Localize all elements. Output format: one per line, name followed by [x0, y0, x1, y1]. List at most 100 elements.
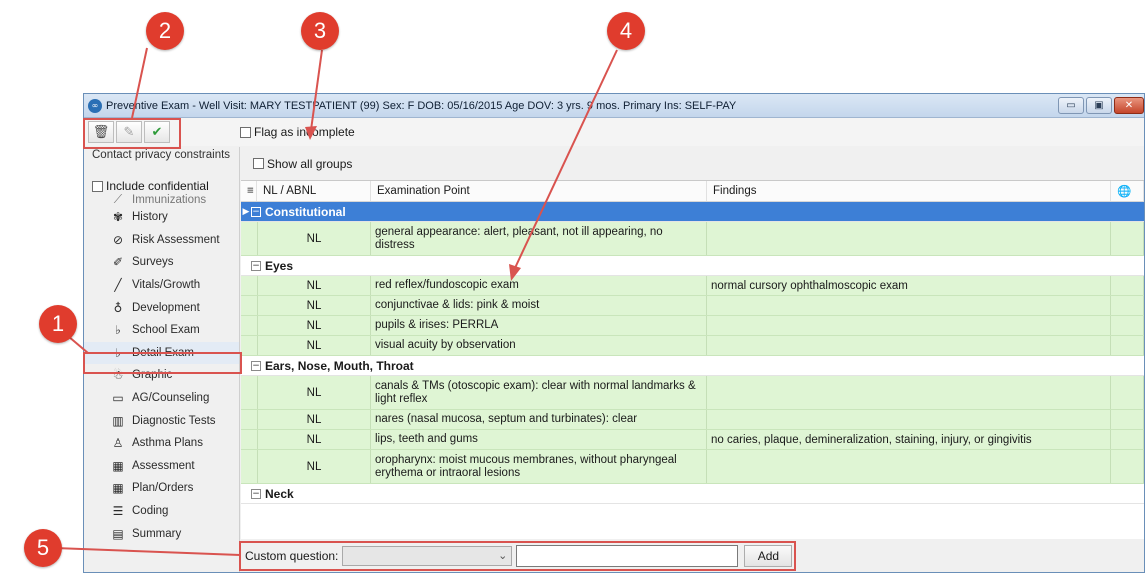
findings-cell[interactable]	[707, 316, 1111, 335]
highlight-toolbar-buttons	[83, 118, 181, 149]
sidebar-item-school-exam[interactable]: ♭ School Exam	[84, 319, 239, 342]
sidebar-item-label: Vitals/Growth	[132, 279, 201, 292]
nl-cell[interactable]: NL	[257, 222, 371, 255]
column-header-findings[interactable]: Findings	[707, 181, 1111, 201]
examination-point-cell[interactable]: canals & TMs (otoscopic exam): clear wit…	[371, 376, 707, 409]
findings-cell[interactable]	[707, 296, 1111, 315]
table-row[interactable]: NL visual acuity by observation	[241, 336, 1144, 356]
callout-3: 3	[301, 12, 339, 50]
extra-cell	[1111, 222, 1144, 255]
table-row[interactable]: NL canals & TMs (otoscopic exam): clear w…	[241, 376, 1144, 410]
counseling-icon: ▭	[112, 391, 124, 406]
examination-point-cell[interactable]: nares (nasal mucosa, septum and turbinat…	[371, 410, 707, 429]
column-menu-icon[interactable]: ≡	[241, 181, 257, 201]
sidebar-item-label: Diagnostic Tests	[132, 414, 216, 427]
examination-point-cell[interactable]: conjunctivae & lids: pink & moist	[371, 296, 707, 315]
main-panel: Show all groups ≡ NL / ABNL Examination …	[241, 147, 1144, 572]
examination-point-cell[interactable]: general appearance: alert, pleasant, not…	[371, 222, 707, 255]
examination-point-cell[interactable]: visual acuity by observation	[371, 336, 707, 355]
show-all-groups-box[interactable]	[253, 158, 264, 169]
extra-cell	[1111, 430, 1144, 449]
sidebar-item-summary[interactable]: ▤ Summary	[84, 522, 239, 545]
group-row[interactable]: − Eyes	[241, 256, 1144, 276]
app-icon: ∞	[88, 98, 102, 113]
sidebar-item-assessment[interactable]: ▦ Assessment	[84, 455, 239, 478]
sidebar-item-label: School Exam	[132, 324, 200, 337]
callout-1: 1	[39, 305, 77, 343]
sidebar-item-surveys[interactable]: ✐ Surveys	[84, 251, 239, 274]
exam-grid: ≡ NL / ABNL Examination Point Findings 🌐…	[241, 180, 1144, 539]
sidebar-item-ag-counseling[interactable]: ▭ AG/Counseling	[84, 387, 239, 410]
table-row[interactable]: NL lips, teeth and gums no caries, plaque,…	[241, 430, 1144, 450]
include-confidential-label: Include confidential	[106, 179, 209, 193]
flag-incomplete-box[interactable]	[240, 126, 251, 138]
callout-2: 2	[146, 12, 184, 50]
pencil-icon: ╱	[114, 278, 122, 293]
collapse-icon[interactable]: −	[251, 488, 261, 499]
group-row[interactable]: − Neck	[241, 484, 1144, 504]
examination-point-cell[interactable]: oropharynx: moist mucous membranes, with…	[371, 450, 707, 483]
sidebar-item-immunizations[interactable]: ⟋ Immunizations	[84, 193, 239, 206]
toolbar: 🗑 ✎ ✔ Flag as incomplete	[84, 118, 1144, 146]
sidebar-item-risk-assessment[interactable]: ⊘ Risk Assessment	[84, 229, 239, 252]
window-controls: ▭ ▣ ✕	[1058, 97, 1144, 114]
findings-cell[interactable]	[707, 450, 1111, 483]
show-all-groups-checkbox[interactable]: Show all groups	[241, 147, 1144, 180]
nl-cell[interactable]: NL	[257, 316, 371, 335]
sidebar-item-diagnostic-tests[interactable]: ▥ Diagnostic Tests	[84, 409, 239, 432]
include-confidential-checkbox[interactable]: Include confidential	[84, 175, 239, 193]
nl-cell[interactable]: NL	[257, 450, 371, 483]
nl-cell[interactable]: NL	[257, 376, 371, 409]
nl-cell[interactable]: NL	[257, 410, 371, 429]
collapse-icon[interactable]: −	[251, 260, 261, 271]
maximize-button[interactable]: ▣	[1086, 97, 1112, 114]
nl-cell[interactable]: NL	[257, 276, 371, 295]
nl-cell[interactable]: NL	[257, 296, 371, 315]
no-entry-icon: ⊘	[112, 232, 124, 247]
sidebar-item-history[interactable]: ✾ History	[84, 206, 239, 229]
sidebar-item-asthma-plans[interactable]: ♙ Asthma Plans	[84, 432, 239, 455]
globe-icon[interactable]: 🌐	[1111, 181, 1144, 201]
title-bar[interactable]: ∞ Preventive Exam - Well Visit: MARY TES…	[84, 94, 1144, 118]
nl-cell[interactable]: NL	[257, 430, 371, 449]
column-header-examination-point[interactable]: Examination Point	[371, 181, 707, 201]
syringe-icon: ⟋	[113, 193, 123, 206]
table-row[interactable]: NL general appearance: alert, pleasant, n…	[241, 222, 1144, 256]
findings-cell[interactable]	[707, 376, 1111, 409]
body-area: Contact privacy constraints Include conf…	[84, 147, 1144, 572]
table-row[interactable]: NL conjunctivae & lids: pink & moist	[241, 296, 1144, 316]
table-icon: ▦	[112, 458, 124, 473]
window-title: Preventive Exam - Well Visit: MARY TESTP…	[106, 99, 737, 112]
group-row[interactable]: − Ears, Nose, Mouth, Throat	[241, 356, 1144, 376]
examination-point-cell[interactable]: red reflex/fundoscopic exam	[371, 276, 707, 295]
highlight-custom-question	[239, 541, 796, 571]
sidebar-item-plan-orders[interactable]: ▦ Plan/Orders	[84, 477, 239, 500]
minimize-button[interactable]: ▭	[1058, 97, 1084, 114]
callout-4: 4	[607, 12, 645, 50]
table-row[interactable]: NL nares (nasal mucosa, septum and turbin…	[241, 410, 1144, 430]
examination-point-cell[interactable]: lips, teeth and gums	[371, 430, 707, 449]
nl-cell[interactable]: NL	[257, 336, 371, 355]
sidebar-item-label: Development	[132, 301, 200, 314]
group-row[interactable]: ▶ − Constitutional	[241, 202, 1144, 222]
collapse-icon[interactable]: −	[251, 360, 261, 371]
table-row[interactable]: NL pupils & irises: PERRLA	[241, 316, 1144, 336]
findings-cell[interactable]	[707, 410, 1111, 429]
table-row[interactable]: NL oropharynx: moist mucous membranes, wi…	[241, 450, 1144, 484]
sidebar-item-vitals-growth[interactable]: ╱ Vitals/Growth	[84, 274, 239, 297]
findings-cell[interactable]: no caries, plaque, demineralization, sta…	[707, 430, 1111, 449]
collapse-icon[interactable]: −	[251, 206, 261, 217]
examination-point-cell[interactable]: pupils & irises: PERRLA	[371, 316, 707, 335]
findings-cell[interactable]	[707, 336, 1111, 355]
person-icon: ♙	[112, 436, 124, 451]
flag-incomplete-checkbox[interactable]: Flag as incomplete	[240, 125, 355, 139]
close-button[interactable]: ✕	[1114, 97, 1144, 114]
extra-cell	[1111, 376, 1144, 409]
findings-cell[interactable]	[707, 222, 1111, 255]
table-row[interactable]: NL red reflex/fundoscopic exam normal curs…	[241, 276, 1144, 296]
findings-cell[interactable]: normal cursory ophthalmoscopic exam	[707, 276, 1111, 295]
include-confidential-box[interactable]	[92, 180, 103, 192]
sidebar-item-development[interactable]: ♁ Development	[84, 296, 239, 319]
sidebar-item-coding[interactable]: ☰ Coding	[84, 500, 239, 523]
column-header-nl-abnl[interactable]: NL / ABNL	[257, 181, 371, 201]
